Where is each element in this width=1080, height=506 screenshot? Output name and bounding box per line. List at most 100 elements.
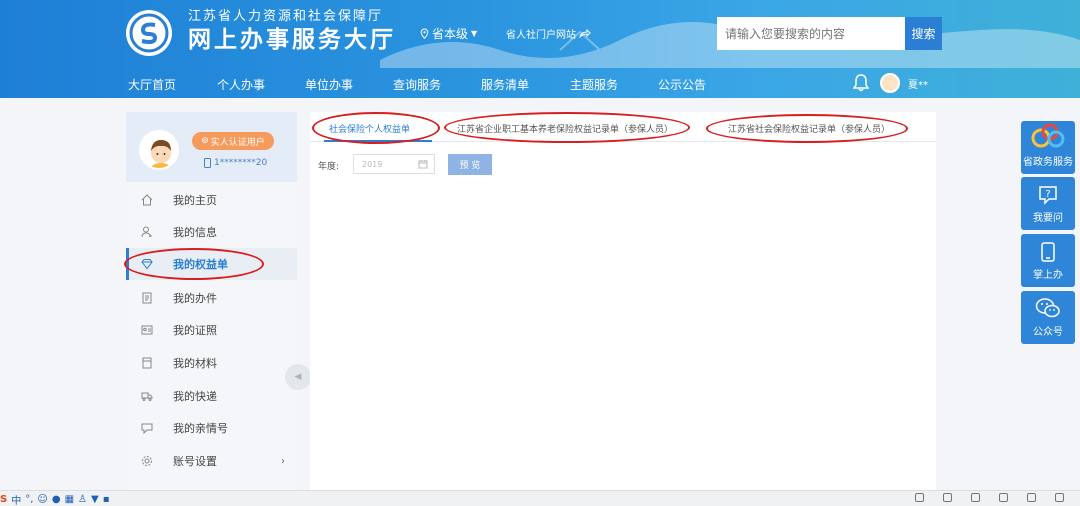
site-title: 网上办事服务大厅 (188, 27, 396, 53)
portal-link[interactable]: 省人社门户网站 (506, 26, 591, 41)
user-avatar[interactable] (880, 73, 900, 93)
ime-toolbar[interactable]: S 中 °, ☺ ● ▦ ♙ ▼ ▪ (0, 492, 109, 506)
sidebar-item-settings[interactable]: 账号设置 › (126, 445, 297, 477)
wechat-icon (1035, 298, 1060, 318)
svg-text:?: ? (1045, 189, 1050, 200)
ime-mode-label: 中 (11, 496, 22, 506)
logo[interactable] (126, 10, 172, 56)
sogou-logo-icon: S (0, 494, 8, 505)
search-icon[interactable] (1055, 493, 1064, 502)
family-icon (141, 423, 153, 434)
nav-item-personal[interactable]: 个人办事 (217, 76, 265, 93)
document-icon (142, 292, 152, 304)
verified-badge: ⊚ 实人认证用户 (192, 132, 274, 150)
header: 江苏省人力资源和社会保障厅 网上办事服务大厅 省本级 ▼ 省人社门户网站 搜索 … (0, 0, 1080, 98)
sidebar-item-family[interactable]: 我的亲情号 (126, 412, 297, 444)
punctuation-icon: °, (25, 494, 34, 505)
nav-item-home[interactable]: 大厅首页 (128, 76, 176, 93)
portal-link-label: 省人社门户网站 (506, 30, 576, 41)
share-icon (579, 29, 591, 38)
triangle-left-icon: ◀ (294, 372, 302, 382)
sidebar-item-label: 我的快递 (173, 390, 217, 403)
sidebar-item-materials[interactable]: 我的材料 (126, 347, 297, 379)
float-wechat-button[interactable]: 公众号 (1021, 291, 1075, 344)
microphone-icon: ● (51, 494, 61, 505)
caret-down-icon: ▼ (471, 29, 478, 38)
sidebar-item-licenses[interactable]: 我的证照 (126, 314, 297, 346)
gov-service-icon (1031, 123, 1065, 148)
sidebar-item-rights[interactable]: 我的权益单 (126, 248, 297, 280)
float-label: 省政务服务 (1023, 157, 1073, 168)
tab-social-insurance-rights[interactable]: 社会保险个人权益单 (329, 122, 410, 135)
avatar-boy-icon (141, 132, 177, 168)
main-panel: 社会保险个人权益单 江苏省企业职工基本养老保险权益记录单（参保人员） 江苏省社会… (310, 112, 936, 490)
region-label: 省本级 (432, 27, 469, 41)
sidebar-item-label: 账号设置 (173, 455, 217, 468)
person-icon (141, 226, 152, 238)
nav-item-topic[interactable]: 主题服务 (570, 76, 618, 93)
sidebar-item-label: 我的材料 (173, 357, 217, 370)
float-mobile-button[interactable]: 掌上办 (1021, 234, 1075, 287)
year-value: 2019 (362, 159, 383, 169)
verified-badge-label: 实人认证用户 (210, 137, 265, 148)
question-icon: ? (1039, 186, 1057, 205)
search-button[interactable]: 搜索 (905, 17, 942, 50)
id-card-icon (141, 325, 153, 335)
sidebar-item-label: 我的主页 (173, 194, 217, 207)
sidebar-item-home[interactable]: 我的主页 (126, 184, 297, 216)
float-gov-service-button[interactable]: 省政务服务 (1021, 121, 1075, 174)
nav-item-notice[interactable]: 公示公告 (658, 76, 706, 93)
skin-icon: ▼ (90, 494, 99, 505)
float-ask-button[interactable]: ? 我要问 (1021, 177, 1075, 230)
chevron-right-icon: › (281, 455, 285, 467)
year-label: 年度: (318, 162, 340, 172)
bell-icon[interactable] (853, 74, 869, 92)
sidebar-item-label: 我的证照 (173, 324, 217, 337)
float-label: 公众号 (1033, 327, 1063, 338)
user-icon: ♙ (78, 494, 87, 505)
gear-icon (142, 456, 152, 466)
nav-item-unit[interactable]: 单位办事 (305, 76, 353, 93)
sidebar-item-label: 我的亲情号 (173, 422, 228, 435)
phone-icon (1041, 242, 1055, 262)
float-label: 掌上办 (1033, 270, 1063, 281)
truck-icon (141, 392, 153, 401)
sidebar-item-label: 我的信息 (173, 226, 217, 239)
tray-icons (915, 493, 1064, 502)
keyboard-icon: ▦ (64, 494, 75, 505)
preview-button[interactable]: 预 览 (448, 154, 492, 175)
mobile-icon (204, 158, 211, 168)
location-icon (420, 28, 429, 39)
shield-icon: ⊚ (201, 136, 209, 146)
history-icon[interactable] (943, 493, 952, 502)
float-label: 我要问 (1033, 213, 1063, 224)
trash-icon[interactable] (971, 493, 980, 502)
sidebar-item-info[interactable]: 我的信息 (126, 216, 297, 248)
logo-icon (129, 13, 169, 53)
tab-social-insurance-record[interactable]: 江苏省社会保险权益记录单（参保人员） (728, 122, 890, 135)
rocket-icon[interactable] (915, 493, 924, 502)
region-selector[interactable]: 省本级 ▼ (420, 25, 477, 42)
volume-icon[interactable] (999, 493, 1008, 502)
avatar (139, 130, 179, 170)
tab-pension-rights-record[interactable]: 江苏省企业职工基本养老保险权益记录单（参保人员） (457, 122, 673, 135)
sidebar-item-cases[interactable]: 我的办件 (126, 282, 297, 314)
nav-item-query[interactable]: 查询服务 (393, 76, 441, 93)
emoji-icon: ☺ (37, 494, 48, 505)
folder-icon (142, 357, 152, 369)
window-icon[interactable] (1027, 493, 1036, 502)
sidebar-item-express[interactable]: 我的快递 (126, 380, 297, 412)
nav-item-service-list[interactable]: 服务清单 (481, 76, 529, 93)
calendar-icon (418, 160, 428, 169)
tab-bar: 社会保险个人权益单 江苏省企业职工基本养老保险权益记录单（参保人员） 江苏省社会… (310, 112, 936, 142)
active-tab-indicator (324, 140, 432, 142)
collapse-sidebar-button[interactable]: ◀ (285, 364, 311, 390)
phone-label: 1********20 (214, 158, 268, 168)
username[interactable]: 夏** (908, 76, 928, 91)
grid-icon: ▪ (102, 494, 110, 505)
sidebar-item-label: 我的权益单 (173, 258, 228, 271)
year-picker[interactable]: 2019 (353, 154, 435, 174)
search-input[interactable] (717, 17, 907, 50)
system-taskbar: S 中 °, ☺ ● ▦ ♙ ▼ ▪ (0, 490, 1080, 506)
home-icon (141, 194, 153, 206)
